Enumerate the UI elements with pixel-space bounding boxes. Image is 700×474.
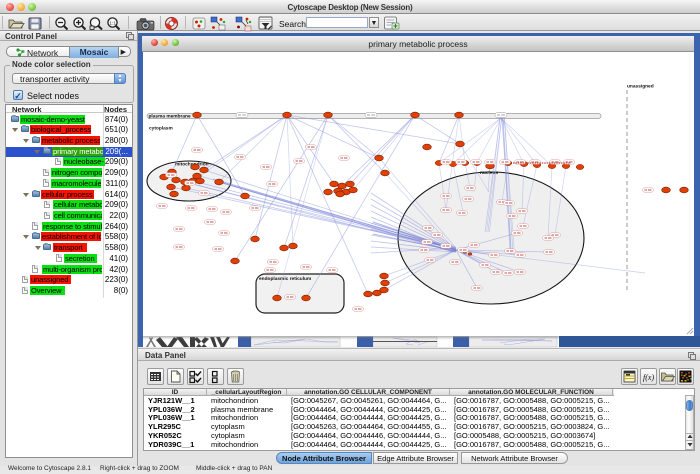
svg-text:1:1: 1:1 — [110, 21, 117, 26]
svg-text:plasma membrane: plasma membrane — [149, 114, 191, 120]
svg-text:endoplasmic reticulum: endoplasmic reticulum — [259, 276, 311, 282]
svg-text:unassigned: unassigned — [627, 84, 654, 90]
svg-text:cytoplasm: cytoplasm — [149, 126, 173, 132]
svg-text:f(x): f(x) — [643, 373, 654, 382]
